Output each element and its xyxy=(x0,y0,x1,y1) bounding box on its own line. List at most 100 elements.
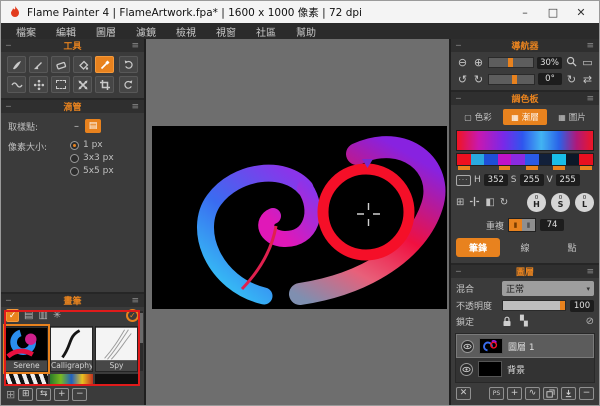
palette-center-icon[interactable] xyxy=(469,196,480,210)
brush-preset-partial-3[interactable] xyxy=(95,374,138,385)
layers-panel-menu-icon[interactable]: ≡ xyxy=(582,267,594,277)
rotation-slider[interactable] xyxy=(488,74,535,85)
layer-row-layer1[interactable]: 圖層 1 xyxy=(456,334,594,358)
brush-filter-checkbox[interactable]: ✓ xyxy=(6,309,19,322)
clear-layer-button[interactable]: ✕ xyxy=(456,387,471,400)
brush-preset-serene[interactable]: Serene xyxy=(5,326,48,372)
visibility-eye-icon[interactable] xyxy=(461,340,474,353)
gradient-stop[interactable] xyxy=(539,154,553,165)
brushes-panel-menu-icon[interactable]: ≡ xyxy=(127,296,139,306)
duplicate-layer-button[interactable] xyxy=(543,387,558,400)
menu-window[interactable]: 視窗 xyxy=(207,23,245,40)
select-rectangle-tool[interactable] xyxy=(51,76,70,93)
lightness-knob[interactable]: 0L xyxy=(575,193,594,212)
brush-preset-calligraphy[interactable]: Calligraphy xyxy=(50,326,93,372)
maximize-button[interactable]: □ xyxy=(539,2,567,22)
minimize-button[interactable]: – xyxy=(511,2,539,22)
gradient-stop[interactable] xyxy=(471,154,485,165)
palette-grid-icon[interactable]: ⊞ xyxy=(456,197,464,208)
tools-collapse-button[interactable]: ─ xyxy=(6,41,18,50)
gradient-stop[interactable] xyxy=(525,154,539,165)
rotate-right-icon[interactable]: ↻ xyxy=(472,74,485,85)
menu-help[interactable]: 幫助 xyxy=(287,23,325,40)
repeat-value[interactable]: 74 xyxy=(540,219,564,231)
pencil-tool[interactable] xyxy=(29,56,48,73)
palette-contrast-icon[interactable]: ◧ xyxy=(485,197,494,208)
zoom-out-icon[interactable]: ⊖ xyxy=(456,57,469,68)
navigator-panel-menu-icon[interactable]: ≡ xyxy=(582,41,594,51)
saturation-knob[interactable]: 0S xyxy=(551,193,570,212)
palette-collapse-button[interactable]: ─ xyxy=(456,94,468,103)
pixel-size-option-1px[interactable]: 1 px xyxy=(70,140,114,150)
close-button[interactable]: ✕ xyxy=(567,2,595,22)
crop-tool[interactable] xyxy=(95,76,114,93)
repeat-off-icon[interactable]: ▮ xyxy=(522,219,535,231)
tools-panel-menu-icon[interactable]: ≡ xyxy=(127,41,139,51)
brush-preset-partial-2[interactable] xyxy=(50,374,93,385)
menu-view[interactable]: 檢視 xyxy=(167,23,205,40)
gradient-stop[interactable] xyxy=(457,154,471,165)
menu-edit[interactable]: 編輯 xyxy=(47,23,85,40)
navigator-collapse-button[interactable]: ─ xyxy=(456,41,468,50)
preset-scrollbar[interactable] xyxy=(139,311,143,371)
fill-bucket-tool[interactable] xyxy=(73,56,92,73)
alpha-lock-icon[interactable]: ⊘ xyxy=(586,316,594,327)
sample-mode-dash-button[interactable]: – xyxy=(74,121,79,132)
palette-loop-icon[interactable]: ↻ xyxy=(500,197,508,208)
delete-layer-button[interactable]: − xyxy=(579,387,594,400)
rotation-value[interactable]: 0° xyxy=(538,73,562,85)
brush-preset-partial-1[interactable] xyxy=(5,374,48,385)
gradient-stop[interactable] xyxy=(511,154,525,165)
vector-layer-button[interactable]: ∿ xyxy=(525,387,540,400)
repeat-on-icon[interactable]: ▮ xyxy=(509,219,522,231)
preset-remove-button[interactable]: − xyxy=(72,388,87,401)
lock-icon[interactable] xyxy=(502,316,512,327)
value-value[interactable]: 255 xyxy=(556,174,580,186)
brushes-collapse-button[interactable]: ─ xyxy=(6,296,18,305)
numeric-input-icon[interactable]: ··· xyxy=(456,175,471,186)
gradient-stop[interactable] xyxy=(566,154,580,165)
opacity-slider[interactable] xyxy=(502,300,566,311)
import-ps-button[interactable]: PS xyxy=(489,387,504,400)
menu-filter[interactable]: 濾鏡 xyxy=(127,23,165,40)
preset-add-button[interactable]: + xyxy=(54,388,69,401)
redo-button[interactable] xyxy=(119,76,138,93)
menu-layer[interactable]: 圖層 xyxy=(87,23,125,40)
hue-knob[interactable]: 0H xyxy=(527,193,546,212)
palette-panel-menu-icon[interactable]: ≡ xyxy=(582,94,594,104)
dropper-panel-menu-icon[interactable]: ≡ xyxy=(127,102,139,112)
sample-mode-list-button[interactable]: ▤ xyxy=(85,119,101,133)
zoom-slider[interactable] xyxy=(488,57,534,68)
tab-gradient[interactable]: ▦漸層 xyxy=(503,109,547,125)
gradient-preview-bar[interactable] xyxy=(456,130,594,151)
fit-screen-icon[interactable]: ▭ xyxy=(581,57,594,68)
undo-button[interactable] xyxy=(119,56,138,73)
gradient-stop[interactable] xyxy=(484,154,498,165)
zoom-value[interactable]: 30% xyxy=(537,57,562,69)
menu-community[interactable]: 社區 xyxy=(247,23,285,40)
blend-mode-dropdown[interactable]: 正常▾ xyxy=(502,281,594,296)
layer-row-background[interactable]: 背景 xyxy=(456,358,594,380)
rotate-left-icon[interactable]: ↺ xyxy=(456,74,469,85)
eraser-tool[interactable] xyxy=(51,56,70,73)
gradient-stop[interactable] xyxy=(579,154,593,165)
tab-image[interactable]: ▦圖片 xyxy=(550,109,594,125)
pixel-size-option-5x5[interactable]: 5x5 px xyxy=(70,166,114,176)
transform-tool[interactable] xyxy=(73,76,92,93)
brush-sparkle-icon[interactable]: ✳ xyxy=(53,310,61,321)
brush-list-view-icon[interactable]: ▤ xyxy=(24,310,33,321)
gradient-stop[interactable] xyxy=(552,154,566,165)
menu-file[interactable]: 檔案 xyxy=(7,23,45,40)
preset-import-export-button[interactable]: ⇆ xyxy=(36,388,51,401)
pixel-size-option-3x3[interactable]: 3x3 px xyxy=(70,153,114,163)
add-layer-button[interactable]: + xyxy=(507,387,522,400)
visibility-eye-icon[interactable] xyxy=(460,363,473,376)
gradient-stop[interactable] xyxy=(498,154,512,165)
lock-transparency-icon[interactable]: ▚ xyxy=(520,317,528,327)
opacity-value[interactable]: 100 xyxy=(570,300,594,312)
preset-grid-view-icon[interactable]: ⊞ xyxy=(6,388,15,401)
brush-type-line-tab[interactable]: 線 xyxy=(503,238,547,257)
magnifier-icon[interactable] xyxy=(565,56,578,69)
merge-down-button[interactable] xyxy=(561,387,576,400)
saturation-value[interactable]: 255 xyxy=(520,174,544,186)
